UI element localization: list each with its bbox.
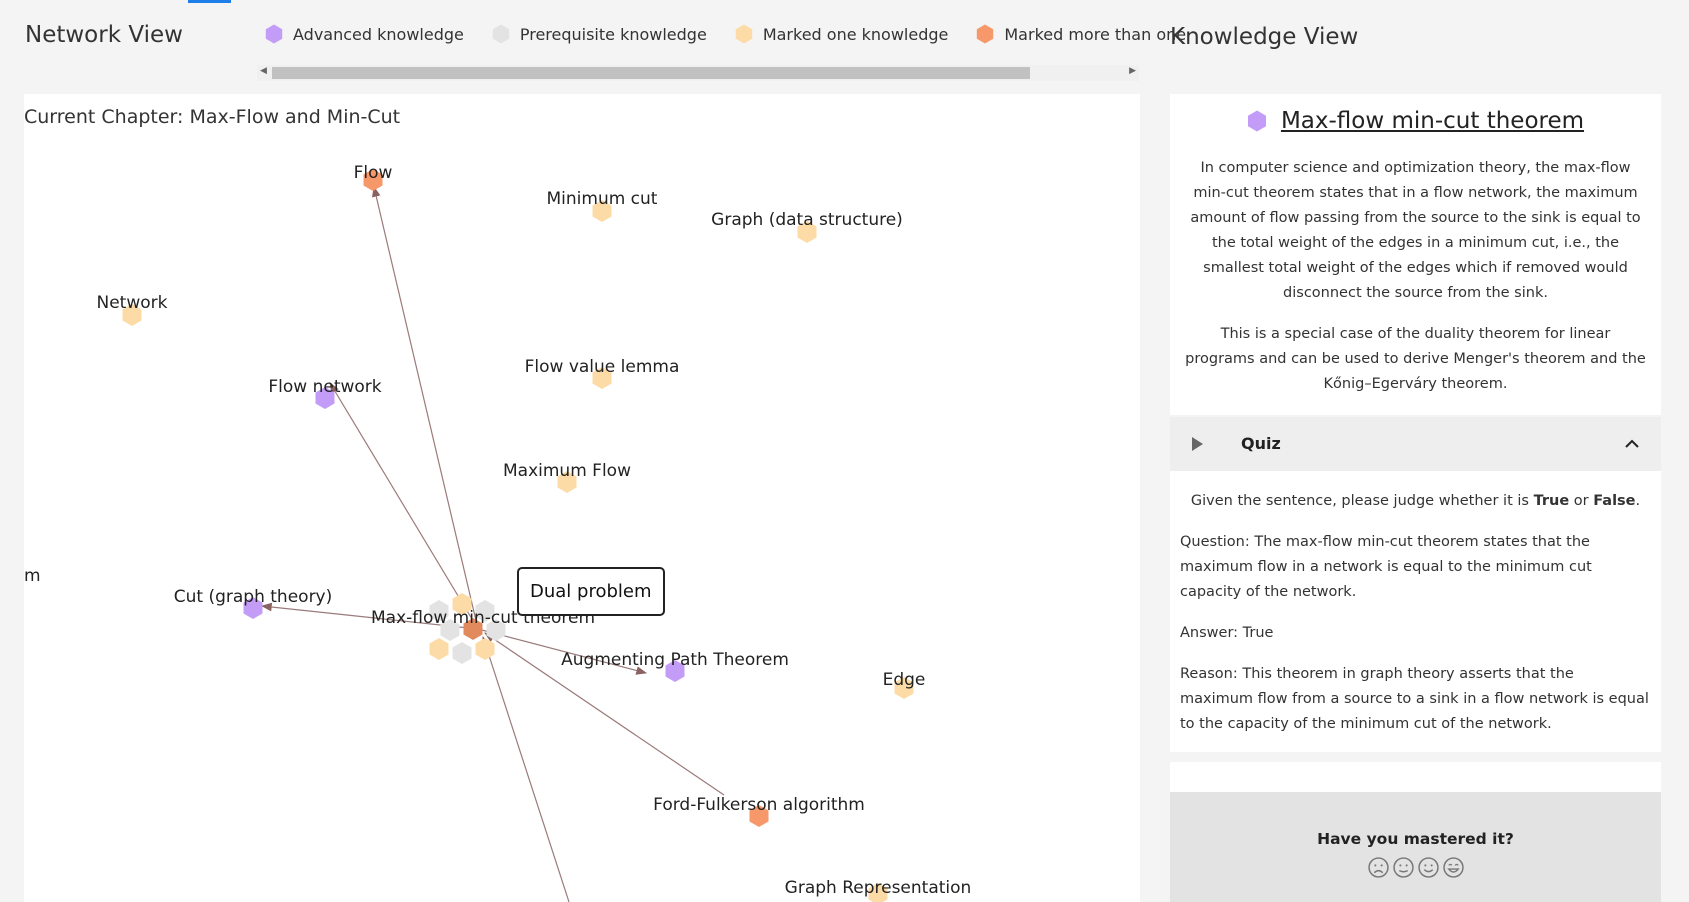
mastery-panel: Have you mastered it?	[1170, 792, 1661, 902]
description-paragraph: This is a special case of the duality th…	[1185, 326, 1646, 392]
node-label: Flow value lemma	[525, 357, 680, 377]
neutral-face-icon[interactable]	[1393, 857, 1414, 882]
hexagon-icon	[977, 24, 994, 44]
node-label: Network	[97, 293, 168, 313]
prerequisite-node[interactable]	[452, 642, 472, 664]
instruction-true: True	[1533, 493, 1570, 509]
quiz-instruction: Given the sentence, please judge whether…	[1170, 489, 1661, 514]
graph-nodes[interactable]	[122, 169, 914, 902]
legend-label: Marked more than one	[1004, 24, 1187, 44]
knowledge-view-title: Knowledge View	[1170, 24, 1359, 50]
edge	[372, 185, 479, 630]
sad-face-icon[interactable]	[1368, 857, 1389, 882]
concept-heading: Max-flow min-cut theorem	[1170, 108, 1661, 134]
edge	[329, 382, 479, 630]
scroll-left-icon[interactable]: ◀	[260, 66, 267, 76]
quiz-body: Given the sentence, please judge whether…	[1170, 471, 1661, 752]
knowledge-network-graph[interactable]: Flow Minimum cut Graph (data structure) …	[24, 94, 1140, 902]
smile-face-icon[interactable]	[1418, 857, 1439, 882]
legend-item-prerequisite[interactable]: Prerequisite knowledge	[492, 24, 707, 44]
instruction-false: False	[1593, 493, 1636, 509]
edge	[481, 635, 570, 902]
scroll-right-icon[interactable]: ▶	[1129, 66, 1136, 76]
concept-card: Max-flow min-cut theorem In computer sci…	[1170, 94, 1661, 415]
chevron-up-icon[interactable]	[1625, 439, 1639, 449]
legend-label: Prerequisite knowledge	[519, 24, 707, 44]
legend-scrollbar[interactable]: ◀ ▶	[257, 65, 1139, 81]
network-graph-panel[interactable]: Current Chapter: Max-Flow and Min-Cut m	[24, 94, 1140, 902]
hexagon-icon	[265, 24, 283, 44]
instruction-text: or	[1569, 493, 1594, 509]
hexagon-icon	[1247, 110, 1266, 132]
spacer-card	[1170, 762, 1661, 792]
hexagon-icon	[492, 24, 510, 44]
legend-item-advanced[interactable]: Advanced knowledge	[265, 24, 464, 44]
node-tooltip: Dual problem	[517, 567, 665, 616]
focused-node-cluster[interactable]	[429, 593, 506, 664]
node-label: Flow network	[268, 377, 381, 397]
node-label: Minimum cut	[547, 189, 658, 209]
legend: Advanced knowledge Prerequisite knowledg…	[265, 22, 1214, 46]
legend-label: Advanced knowledge	[293, 24, 464, 44]
mastery-question: Have you mastered it?	[1317, 830, 1514, 848]
node-labels: Flow Minimum cut Graph (data structure) …	[97, 163, 972, 898]
network-view-title: Network View	[25, 22, 183, 48]
quiz-label: Quiz	[1241, 434, 1281, 453]
node-label: Ford-Fulkerson algorithm	[653, 795, 865, 815]
quiz-header[interactable]: Quiz	[1170, 417, 1661, 471]
instruction-text: .	[1635, 493, 1641, 509]
node-label: Edge	[883, 670, 926, 690]
quiz-question: Question: The max-flow min-cut theorem s…	[1180, 534, 1592, 600]
node-label: Cut (graph theory)	[174, 587, 333, 607]
node-label: Maximum Flow	[503, 461, 631, 481]
marked-node[interactable]	[429, 638, 449, 660]
node-label: Augmenting Path Theorem	[561, 650, 789, 670]
play-icon[interactable]	[1192, 437, 1203, 451]
hexagon-icon	[735, 24, 753, 44]
instruction-text: Given the sentence, please judge whether…	[1190, 493, 1534, 509]
description-paragraph: In computer science and optimization the…	[1190, 160, 1641, 301]
legend-item-marked-more[interactable]: Marked more than one	[976, 24, 1186, 44]
marked-node[interactable]	[475, 638, 495, 660]
scrollbar-thumb[interactable]	[272, 67, 1030, 79]
happy-face-icon[interactable]	[1443, 857, 1464, 882]
quiz-reason: Reason: This theorem in graph theory ass…	[1180, 666, 1649, 732]
concept-title-link[interactable]: Max-flow min-cut theorem	[1281, 108, 1584, 134]
node-label: Graph Representation	[785, 878, 972, 898]
node-label: Flow	[354, 163, 393, 183]
concept-description: In computer science and optimization the…	[1185, 156, 1646, 413]
quiz-answer: Answer: True	[1180, 625, 1274, 641]
mastery-rating	[1368, 857, 1468, 882]
active-tab-indicator	[188, 0, 231, 3]
legend-item-marked-one[interactable]: Marked one knowledge	[735, 24, 949, 44]
legend-label: Marked one knowledge	[762, 24, 949, 44]
node-label: Graph (data structure)	[711, 210, 903, 230]
